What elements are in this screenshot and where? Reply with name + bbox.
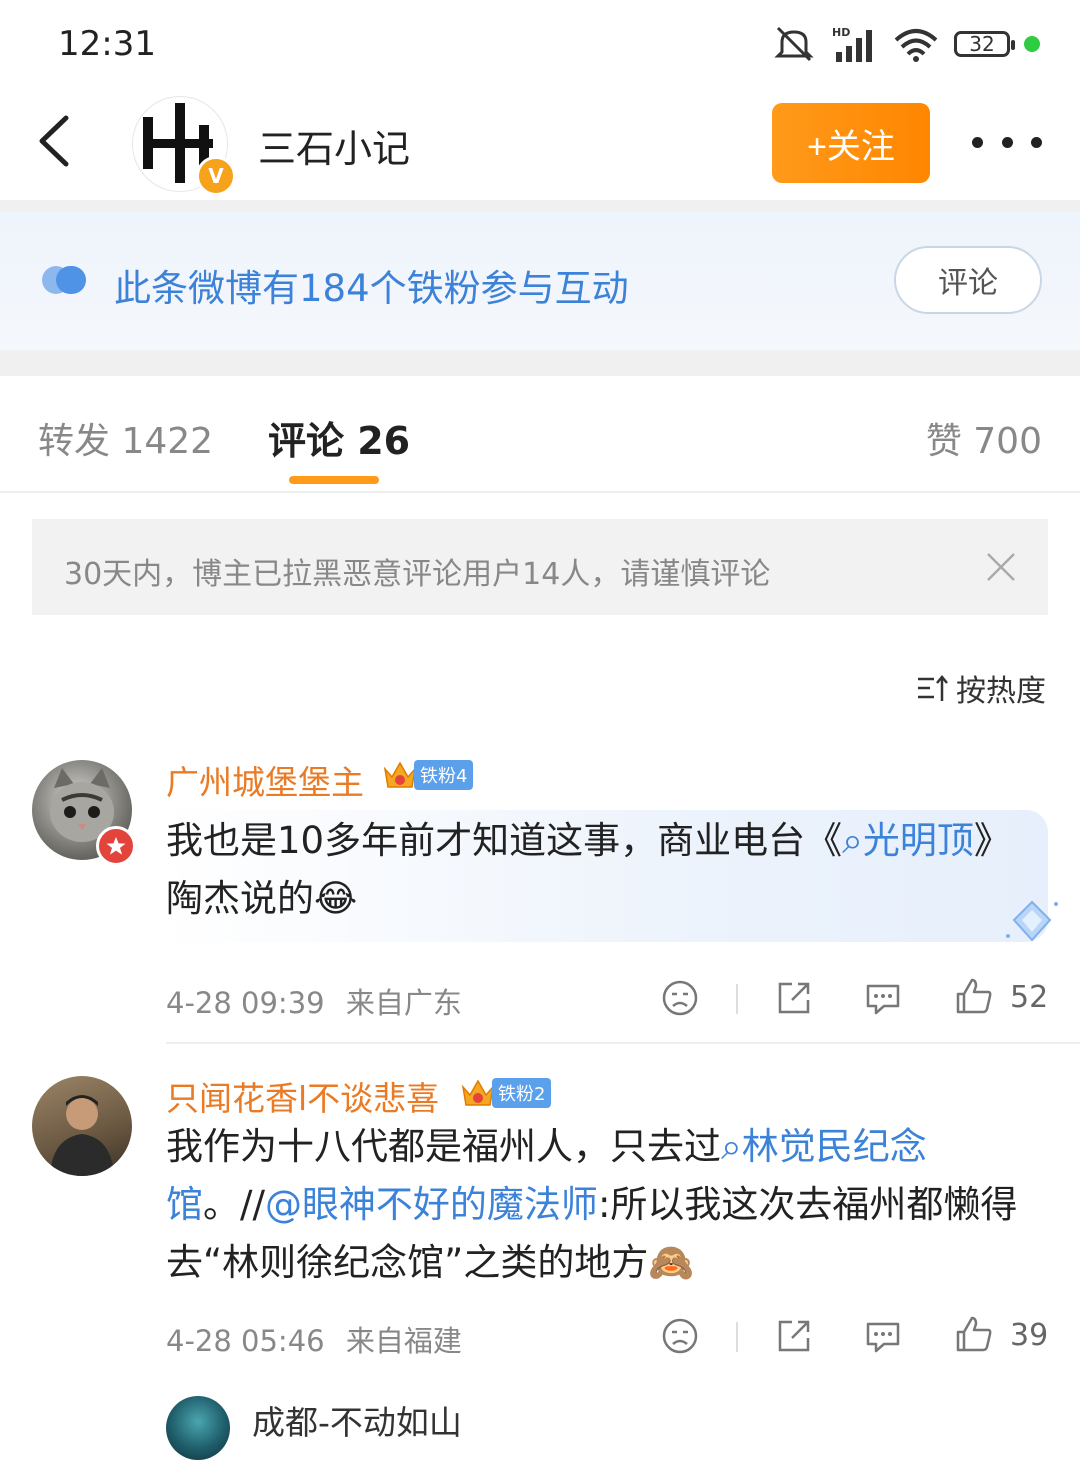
comment-location: 来自广东 bbox=[345, 986, 462, 1020]
like-count: 52 bbox=[1010, 980, 1049, 1015]
reply-author-name[interactable]: 成都-不动如山 bbox=[252, 1396, 462, 1444]
status-time: 12:31 bbox=[58, 24, 156, 64]
tab-repost[interactable]: 转发 1422 bbox=[38, 412, 213, 464]
tab-comment[interactable]: 评论 26 bbox=[268, 410, 410, 465]
close-icon[interactable] bbox=[984, 550, 1018, 584]
verified-badge-icon: V bbox=[196, 156, 236, 196]
author-name[interactable]: 三石小记 bbox=[258, 118, 410, 173]
wifi-icon bbox=[894, 29, 938, 62]
action-divider bbox=[736, 1322, 738, 1352]
dot-icon bbox=[1001, 136, 1013, 148]
more-options-button[interactable] bbox=[972, 120, 1042, 164]
reply-icon[interactable] bbox=[862, 978, 904, 1018]
comment-meta: 4-28 09:39 来自广东 bbox=[166, 980, 462, 1022]
like-count: 39 bbox=[1010, 1318, 1049, 1353]
comment-location: 来自福建 bbox=[345, 1324, 462, 1358]
notice-text: 30天内，博主已拉黑恶意评论用户14人，请谨慎评论 bbox=[64, 557, 771, 592]
search-icon: ⌕ bbox=[842, 819, 863, 862]
comment-meta: 4-28 05:46 来自福建 bbox=[166, 1318, 462, 1360]
crown-icon bbox=[383, 761, 417, 788]
tab-divider bbox=[0, 491, 1080, 493]
share-icon[interactable] bbox=[774, 978, 814, 1018]
signal-icon: HD bbox=[832, 26, 872, 62]
sort-button[interactable]: 按热度 bbox=[916, 666, 1046, 710]
comment-author-name[interactable]: 只闻花香l不谈悲喜 bbox=[166, 1072, 439, 1120]
action-divider bbox=[736, 984, 738, 1014]
topic-link[interactable]: ⌕光明顶 bbox=[842, 819, 974, 862]
facepalm-emoji-icon: 🙈 bbox=[648, 1241, 695, 1284]
section-divider bbox=[0, 350, 1080, 376]
tab-like[interactable]: 赞 700 bbox=[926, 412, 1042, 464]
dot-icon bbox=[972, 136, 983, 148]
star-badge-icon bbox=[96, 826, 136, 866]
comment-avatar[interactable] bbox=[32, 1076, 132, 1176]
person-avatar-icon bbox=[50, 1095, 114, 1176]
chevron-left-icon bbox=[39, 115, 69, 167]
comment-time: 4-28 09:39 bbox=[166, 986, 325, 1020]
follow-button[interactable]: +关注 bbox=[772, 103, 930, 183]
comment-time: 4-28 05:46 bbox=[166, 1324, 325, 1358]
sort-icon bbox=[918, 675, 948, 701]
fans-comment-button[interactable]: 评论 bbox=[894, 246, 1042, 314]
battery-indicator: 32 bbox=[954, 31, 1015, 57]
comment-body: 我也是10多年前才知道这事，商业电台《⌕光明顶》陶杰说的😂 bbox=[166, 812, 1016, 928]
sort-label: 按热度 bbox=[956, 674, 1046, 709]
dislike-icon[interactable] bbox=[660, 978, 700, 1018]
comment-text: 我作为十八代都是福州人，只去过 bbox=[166, 1125, 721, 1168]
search-icon: ⌕ bbox=[721, 1125, 742, 1168]
status-icons: HD 32 bbox=[772, 22, 1040, 66]
comment-text: 。// bbox=[203, 1183, 265, 1226]
crown-icon bbox=[461, 1079, 495, 1106]
reply-icon[interactable] bbox=[862, 1316, 904, 1356]
section-divider bbox=[0, 200, 1080, 212]
svg-text:HD: HD bbox=[832, 26, 850, 39]
reply-avatar[interactable] bbox=[166, 1396, 230, 1460]
dislike-icon[interactable] bbox=[660, 1316, 700, 1356]
fan-badge: 铁粉4 bbox=[382, 760, 474, 790]
back-button[interactable] bbox=[30, 108, 90, 174]
like-icon[interactable] bbox=[954, 976, 994, 1016]
active-tab-indicator bbox=[289, 476, 379, 484]
comment-text: 我也是10多年前才知道这事，商业电台《 bbox=[166, 819, 843, 862]
comment-divider bbox=[166, 1042, 1080, 1044]
fans-banner-text: 此条微博有184个铁粉参与互动 bbox=[114, 267, 629, 310]
dot-icon bbox=[1031, 136, 1042, 148]
like-icon[interactable] bbox=[954, 1314, 994, 1354]
laughing-emoji-icon: 😂 bbox=[314, 877, 358, 920]
comment-body: 我作为十八代都是福州人，只去过⌕林觉民纪念馆。//@眼神不好的魔法师:所以我这次… bbox=[166, 1118, 1050, 1292]
status-dot bbox=[1024, 36, 1040, 52]
fans-icon bbox=[42, 266, 86, 294]
mute-icon bbox=[774, 26, 814, 62]
share-icon[interactable] bbox=[774, 1316, 814, 1356]
comment-author-name[interactable]: 广州城堡堡主 bbox=[166, 756, 364, 804]
fan-badge-label: 铁粉4 bbox=[414, 760, 474, 790]
fan-badge: 铁粉2 bbox=[460, 1078, 552, 1108]
fan-badge-label: 铁粉2 bbox=[492, 1078, 552, 1108]
mention-link[interactable]: @眼神不好的魔法师 bbox=[265, 1183, 598, 1226]
